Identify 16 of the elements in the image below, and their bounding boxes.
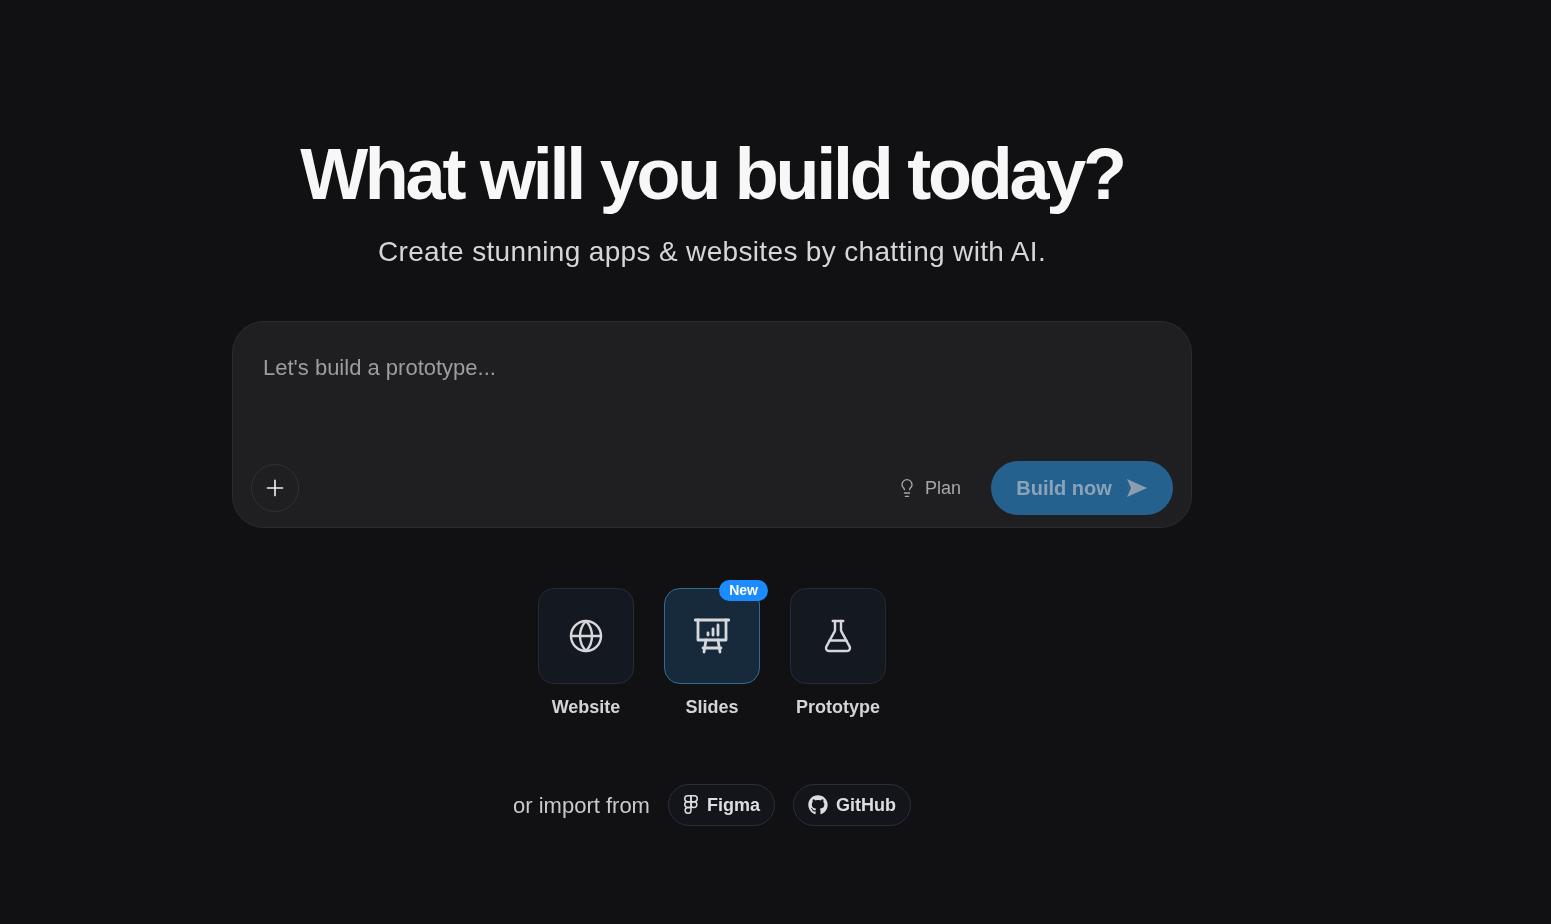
- mode-label: Prototype: [796, 696, 880, 718]
- import-label: or import from: [513, 791, 650, 820]
- mode-tile[interactable]: [790, 588, 886, 684]
- new-badge: New: [719, 580, 768, 601]
- globe-icon: [568, 618, 604, 654]
- import-source-button[interactable]: Figma: [667, 784, 775, 826]
- import-source-button[interactable]: GitHub: [792, 784, 911, 826]
- presentation-chart-icon: [694, 618, 730, 654]
- send-arrow-icon: [1125, 478, 1148, 498]
- mode-label: Slides: [685, 696, 739, 718]
- figma-logo-icon: [682, 795, 699, 815]
- page-subtitle: Create stunning apps & websites by chatting with AI.: [377, 238, 1047, 266]
- plan-button[interactable]: Plan: [896, 474, 961, 502]
- mode-label: Website: [551, 696, 621, 718]
- mode-tile[interactable]: [538, 588, 634, 684]
- github-logo-icon: [807, 795, 828, 815]
